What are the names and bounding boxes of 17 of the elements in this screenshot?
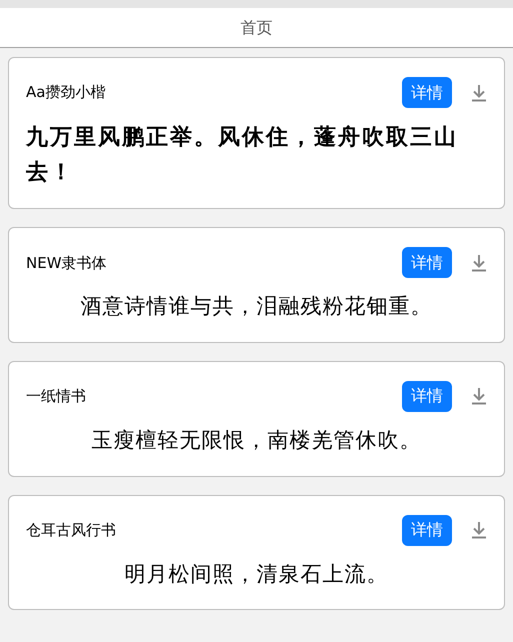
font-sample: 酒意诗情谁与共，泪融残粉花钿重。 [80, 293, 434, 320]
page-title: 首页 [240, 16, 272, 38]
font-sample: 明月松间照，清泉石上流。 [124, 560, 390, 588]
details-button[interactable]: 详情 [402, 77, 452, 108]
details-button[interactable]: 详情 [402, 514, 452, 546]
font-name: NEW隶书体 [26, 252, 107, 274]
font-name: Aa攒劲小楷 [26, 82, 106, 104]
download-icon[interactable] [471, 521, 487, 540]
download-icon[interactable] [471, 387, 487, 406]
details-button[interactable]: 详情 [402, 247, 452, 278]
details-button[interactable]: 详情 [402, 380, 452, 412]
download-icon[interactable] [471, 84, 487, 102]
font-name: 一纸情书 [26, 386, 86, 408]
font-sample: 九万里风鹏正举。风休住，蓬舟吹取三山去！ [26, 123, 459, 188]
download-icon[interactable] [471, 254, 487, 272]
font-name: 仓耳古风行书 [26, 520, 116, 541]
font-sample: 玉瘦檀轻无限恨，南楼羌管休吹。 [90, 426, 422, 454]
